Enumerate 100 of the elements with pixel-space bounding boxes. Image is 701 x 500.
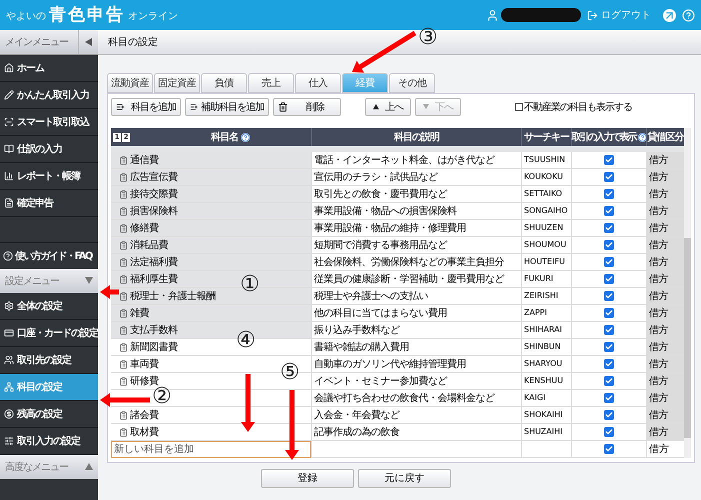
checkbox[interactable]	[604, 359, 614, 369]
debit-credit-cell: 借方	[646, 390, 684, 406]
checkbox[interactable]	[604, 376, 614, 386]
register-button[interactable]: 登録	[261, 469, 354, 488]
account-name[interactable]: 通信費	[130, 152, 158, 168]
help-icon	[3, 251, 13, 261]
search-key-cell: HOUTEIFU	[524, 256, 565, 268]
debit-credit-cell: 借方	[646, 169, 684, 185]
account-name[interactable]: 修繕費	[130, 220, 158, 236]
debit-credit-cell: 借方	[646, 339, 684, 355]
category-tab[interactable]: 流動資産	[107, 73, 153, 93]
checkbox[interactable]	[604, 325, 614, 335]
annotation-number: ④	[236, 330, 256, 352]
account-name[interactable]: 雑費	[130, 306, 149, 320]
description-cell-text: 電話・インターネット料金、はがき代など	[314, 154, 494, 168]
checkbox[interactable]	[604, 206, 614, 216]
checkbox[interactable]	[604, 274, 614, 284]
debit-credit-cell: 借方	[646, 373, 684, 389]
clipboard-icon	[119, 240, 128, 250]
clipboard-icon	[119, 308, 128, 318]
delete-button[interactable]: 削除	[273, 98, 341, 116]
account-name[interactable]: 取材費	[130, 424, 158, 440]
checkbox-label: 不動産業の科目も表示する	[524, 100, 632, 114]
new-account-field[interactable]: 新しい科目を追加	[111, 441, 311, 458]
search-key-cell: SHUZAIHI	[524, 426, 562, 438]
logo-prefix: やよいの	[6, 10, 46, 24]
debit-credit-cell: 借方	[646, 271, 684, 287]
people-icon	[4, 355, 14, 365]
category-tab[interactable]: その他	[389, 73, 435, 93]
home-icon	[4, 63, 14, 73]
debit-credit-cell: 借方	[646, 288, 684, 304]
checkbox[interactable]	[604, 189, 614, 199]
checkbox[interactable]	[604, 308, 614, 318]
description-cell-text: 事業用設備・物品への損害保険料	[314, 204, 456, 218]
search-key-cell: SHOKAIHI	[524, 409, 563, 421]
debit-credit-cell: 借方	[646, 152, 684, 168]
category-tab[interactable]: 売上	[248, 73, 294, 93]
clipboard-icon	[119, 360, 128, 368]
checkbox[interactable]	[515, 103, 523, 111]
category-tab[interactable]: 負債	[201, 73, 247, 93]
settings-icon	[4, 301, 14, 311]
clipboard-icon	[119, 156, 128, 164]
checkbox[interactable]	[604, 223, 614, 233]
checkbox[interactable]	[604, 257, 614, 267]
scanner-icon	[4, 117, 14, 127]
search-key-cell: ZEIRISHI	[524, 290, 558, 302]
debit-credit-cell: 借方	[646, 237, 684, 253]
description-cell-text: 従業員の健康診断・学習補助・慶弔費用など	[314, 272, 504, 286]
annotation-number: ③	[418, 27, 438, 49]
checkbox[interactable]	[604, 172, 614, 182]
column-header: 科目の説明	[394, 130, 439, 144]
search-key-cell: ZAPPI	[524, 307, 547, 319]
checkbox[interactable]	[604, 427, 614, 437]
account-name[interactable]: 新聞図書費	[130, 340, 178, 354]
description-cell-text: 入会金・年会費など	[314, 408, 400, 422]
add-sub-account-button[interactable]: 補助科目を追加	[185, 98, 269, 116]
account-name[interactable]: 車両費	[130, 356, 158, 372]
category-tab[interactable]: 固定資産	[154, 73, 200, 93]
scrollbar[interactable]	[684, 128, 691, 458]
column-header: サーチキー	[524, 130, 569, 144]
description-cell-text: 税理士や弁護士への支払い	[314, 290, 428, 304]
annotation-arrow	[100, 393, 150, 407]
description-cell-text: 取引先との飲食・慶弔費用など	[314, 188, 447, 202]
search-key-cell: SHOUMOU	[524, 239, 566, 251]
clipboard-icon	[119, 172, 128, 182]
checkbox[interactable]	[604, 240, 614, 250]
category-tab[interactable]: 仕入	[295, 73, 341, 93]
clipboard-icon	[119, 292, 128, 300]
revert-button[interactable]: 元に戻す	[358, 469, 451, 488]
account-name[interactable]: 研修費	[130, 374, 158, 388]
debit-credit-cell: 借方	[646, 220, 684, 236]
checkbox[interactable]	[604, 291, 614, 301]
user-icon	[486, 8, 499, 22]
account-name[interactable]: 消耗品費	[130, 238, 168, 252]
caret-icon	[85, 277, 93, 285]
search-key-cell: SHIHARAI	[524, 324, 562, 336]
checkbox[interactable]	[604, 393, 614, 403]
add-list-icon	[190, 102, 198, 112]
checkbox[interactable]	[604, 155, 614, 165]
add-account-button[interactable]: 科目を追加	[111, 98, 181, 116]
debit-credit-cell: 借方	[646, 356, 684, 372]
hierarchy-icon	[4, 382, 14, 392]
clipboard-icon	[119, 376, 128, 386]
annotation-arrow	[100, 285, 119, 299]
account-name[interactable]: 諸会費	[130, 408, 158, 422]
description-cell-text: 事業用設備・物品の維持・修理費用	[314, 222, 466, 236]
checkbox[interactable]	[604, 444, 614, 454]
add-list-icon	[116, 102, 125, 112]
logout-icon	[587, 10, 598, 20]
search-key-cell: SHARYOU	[524, 358, 562, 370]
external-link-icon[interactable]	[663, 8, 676, 22]
help-icon[interactable]	[241, 132, 250, 142]
annotation-arrow	[241, 374, 255, 432]
caret-icon	[423, 104, 429, 110]
search-key-cell: SONGAIHO	[524, 205, 568, 217]
checkbox[interactable]	[604, 342, 614, 352]
clipboard-icon	[119, 326, 128, 334]
help-icon[interactable]	[638, 132, 646, 142]
checkbox[interactable]	[604, 410, 614, 420]
move-up-button[interactable]: 上へ	[365, 98, 411, 116]
